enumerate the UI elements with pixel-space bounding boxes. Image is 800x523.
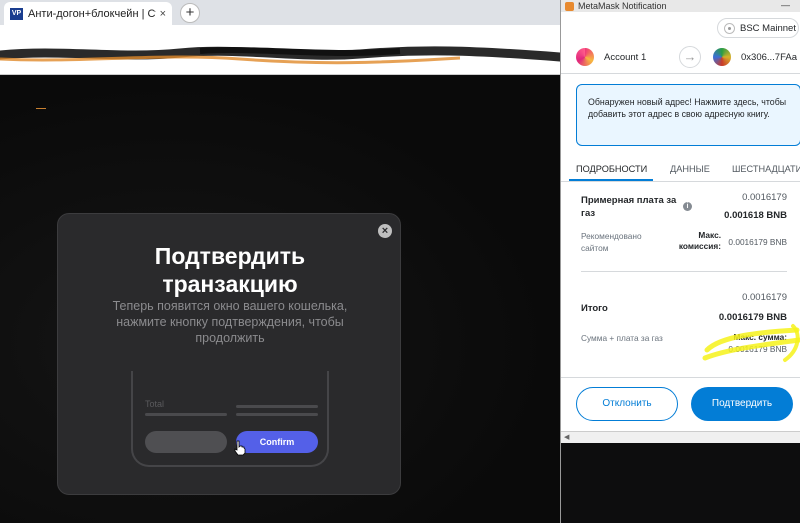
gas-fee-value: 0.001618 BNB bbox=[724, 210, 787, 221]
tab-data[interactable]: ДАННЫЕ bbox=[670, 164, 710, 174]
action-footer: Отклонить Подтвердить bbox=[561, 377, 800, 431]
redaction-scribble bbox=[0, 45, 565, 65]
site-favicon-icon: VP bbox=[10, 7, 23, 20]
page-decoration bbox=[36, 108, 46, 109]
active-tab-indicator bbox=[569, 179, 653, 181]
confirm-transaction-modal: × Подтвердить транзакцию Теперь появится… bbox=[57, 213, 401, 495]
transaction-details: Примерная плата за газ i 0.0016179 0.001… bbox=[561, 182, 800, 377]
info-icon[interactable]: i bbox=[683, 202, 692, 211]
metamask-titlebar: MetaMask Notification — bbox=[561, 0, 800, 12]
amount-plus-gas-label: Сумма + плата за газ bbox=[581, 333, 663, 343]
illustration-line bbox=[236, 413, 318, 416]
max-fee-value: 0.0016179 BNB bbox=[728, 237, 787, 247]
total-fiat: 0.0016179 bbox=[742, 292, 787, 303]
arrow-right-icon: → bbox=[679, 46, 701, 68]
modal-description: Теперь появится окно вашего кошелька, на… bbox=[112, 299, 348, 345]
transaction-tabs: ПОДРОБНОСТИ ДАННЫЕ ШЕСТНАДЦАТИ bbox=[561, 158, 800, 182]
modal-title-line-2: транзакцию bbox=[162, 271, 298, 297]
divider bbox=[581, 271, 787, 272]
scroll-left-icon[interactable]: ◀ bbox=[564, 433, 569, 441]
modal-title-line-1: Подтвердить bbox=[154, 243, 306, 269]
total-label: Итого bbox=[581, 303, 608, 314]
wallet-illustration: Total Confirm bbox=[131, 371, 329, 467]
illustration-total-label: Total bbox=[145, 399, 165, 409]
reject-button[interactable]: Отклонить bbox=[576, 387, 678, 421]
network-label: BSC Mainnet bbox=[740, 22, 796, 34]
network-icon bbox=[724, 22, 735, 34]
max-fee-label: Макс. комиссия: bbox=[678, 230, 721, 251]
account-transfer-bar: Account 1 → 0x306...7FAa bbox=[561, 42, 800, 74]
new-tab-button[interactable]: + bbox=[180, 3, 200, 23]
illustration-line bbox=[236, 405, 318, 408]
browser-tab-strip: VP Анти-догон+блокчейн | Страни × + bbox=[0, 0, 560, 25]
desktop-background bbox=[561, 443, 800, 523]
confirm-button[interactable]: Подтвердить bbox=[691, 387, 793, 421]
metamask-fox-icon bbox=[565, 1, 574, 11]
from-account-name[interactable]: Account 1 bbox=[604, 52, 646, 63]
close-icon[interactable]: × bbox=[378, 224, 392, 238]
metamask-window: MetaMask Notification — BSC Mainnet Acco… bbox=[560, 0, 800, 523]
tab-title: Анти-догон+блокчейн | Страни bbox=[28, 7, 156, 20]
minimize-icon[interactable]: — bbox=[781, 0, 790, 10]
illustration-reject-button bbox=[145, 431, 227, 453]
to-account-avatar bbox=[713, 48, 731, 66]
to-address[interactable]: 0x306...7FAa bbox=[741, 52, 797, 63]
illustration-confirm-button: Confirm bbox=[236, 431, 318, 453]
illustration-line bbox=[145, 413, 227, 416]
tab-close-icon[interactable]: × bbox=[160, 8, 166, 20]
from-account-avatar bbox=[576, 48, 594, 66]
recommended-label: Рекомендовано сайтом bbox=[581, 231, 642, 253]
gas-fee-label: Примерная плата за газ bbox=[581, 195, 677, 219]
horizontal-scrollbar[interactable]: ◀ bbox=[561, 431, 800, 443]
hand-cursor-icon bbox=[234, 440, 246, 456]
gas-fee-fiat: 0.0016179 bbox=[742, 192, 787, 203]
new-address-alert[interactable]: Обнаружен новый адрес! Нажмите здесь, чт… bbox=[576, 84, 800, 146]
tab-hex[interactable]: ШЕСТНАДЦАТИ bbox=[732, 164, 800, 174]
tab-details[interactable]: ПОДРОБНОСТИ bbox=[576, 164, 647, 174]
yellow-highlight-mark bbox=[702, 324, 800, 362]
network-selector[interactable]: BSC Mainnet bbox=[717, 18, 799, 38]
modal-title: Подтвердить транзакцию bbox=[58, 242, 402, 298]
window-title: MetaMask Notification bbox=[578, 1, 667, 11]
browser-tab[interactable]: VP Анти-догон+блокчейн | Страни × bbox=[4, 2, 172, 25]
